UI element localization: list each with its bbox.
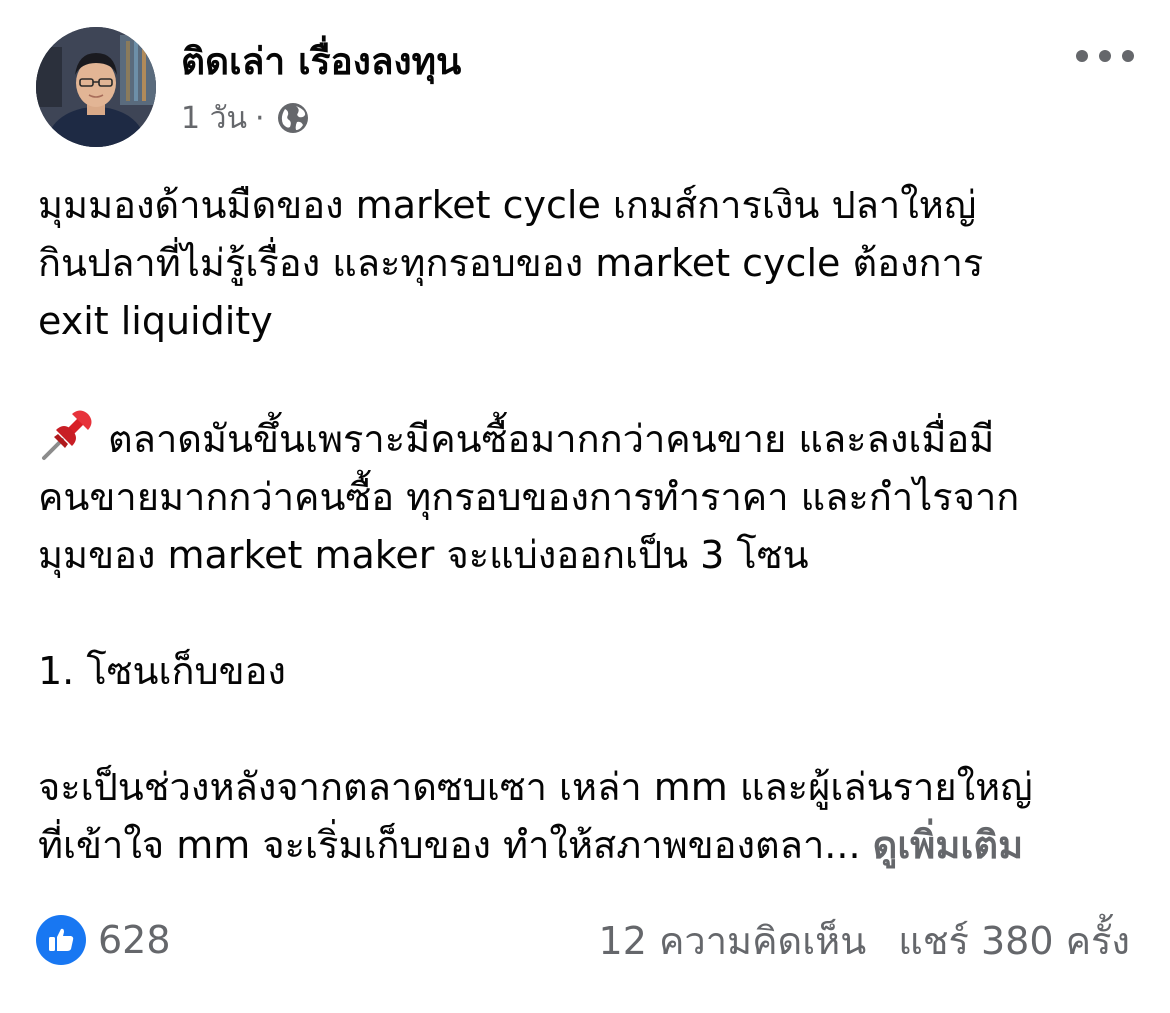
see-more-link[interactable]: ดูเพิ่มเติม — [873, 823, 1023, 867]
page-name[interactable]: ติดเล่า เรื่องลงทุน — [181, 36, 461, 88]
post-paragraph-pin: ตลาดมันขึ้นเพราะมีคนซื้อมากกว่าคนขาย และ… — [38, 408, 1138, 584]
post-footer: 628 12 ความคิดเห็น แชร์ 380 ครั้ง — [36, 912, 1130, 968]
avatar[interactable] — [36, 27, 156, 147]
like-count: 628 — [98, 918, 171, 962]
meta-separator: · — [254, 100, 265, 136]
post-paragraph-heading: 1. โซนเก็บของ — [38, 649, 286, 693]
globe-icon[interactable] — [275, 100, 311, 136]
post-time[interactable]: 1 วัน — [181, 95, 247, 142]
post-text: มุมมองด้านมืดของ market cycle เกมส์การเง… — [38, 176, 1138, 874]
more-dot — [1099, 50, 1111, 62]
facebook-post: ติดเล่า เรื่องลงทุน 1 วัน · มุมมองด้านมื… — [0, 0, 1170, 1013]
comments-count[interactable]: 12 ความคิดเห็น — [599, 910, 867, 971]
post-paragraph-intro: มุมมองด้านมืดของ market cycle เกมส์การเง… — [38, 183, 984, 343]
post-paragraph-zone: จะเป็นช่วงหลังจากตลาดซบเซา เหล่า mm และผ… — [38, 758, 1138, 874]
pushpin-icon — [38, 408, 94, 464]
more-options-button[interactable] — [1076, 38, 1134, 74]
pin-paragraph-text: ตลาดมันขึ้นเพราะมีคนซื้อมากกว่าคนขาย และ… — [38, 417, 1020, 577]
post-meta: 1 วัน · — [181, 96, 311, 140]
like-icon — [36, 915, 86, 965]
avatar-image — [36, 27, 156, 147]
reactions-summary[interactable]: 628 — [36, 915, 171, 965]
more-dot — [1122, 50, 1134, 62]
engagement-stats: 12 ความคิดเห็น แชร์ 380 ครั้ง — [599, 910, 1130, 971]
shares-count[interactable]: แชร์ 380 ครั้ง — [898, 910, 1130, 971]
more-dot — [1076, 50, 1088, 62]
